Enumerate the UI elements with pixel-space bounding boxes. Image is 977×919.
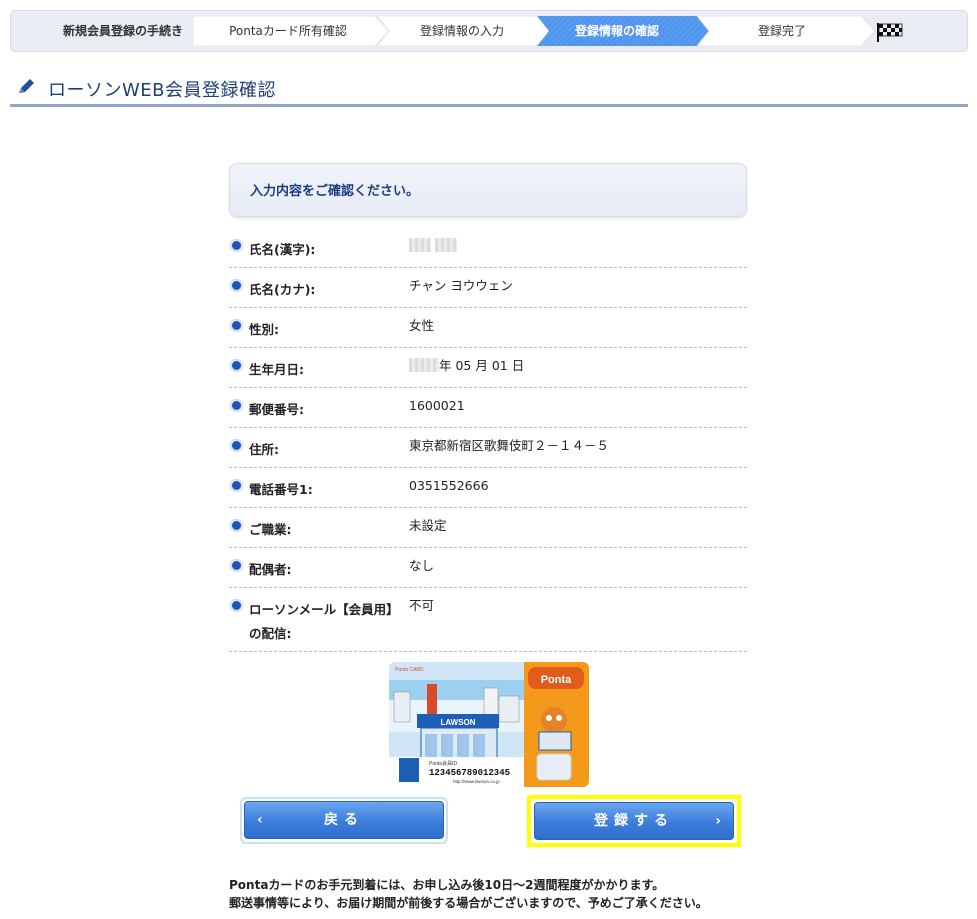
chevron-right-icon: › <box>715 813 721 829</box>
card-header: Ponta CARD <box>395 667 424 673</box>
chevron-left-icon: ‹ <box>257 812 263 828</box>
submit-button-highlight: 登録する › <box>527 795 741 847</box>
field-row-spouse: 配偶者: なし <box>229 548 747 588</box>
delivery-notes: Pontaカードのお手元到着には、お申し込み後10日〜2週間程度がかかります。 … <box>229 876 708 912</box>
bullet-icon <box>230 599 243 612</box>
field-row-birthdate: 生年月日: 年 05 月 01 日 <box>229 348 747 388</box>
confirm-message-box: 入力内容をご確認ください。 <box>229 163 747 217</box>
page-header: ローソンWEB会員登録確認 <box>10 72 968 107</box>
bullet-icon <box>230 439 243 452</box>
field-row-name-kana: 氏名(カナ): チャン ヨウウェン <box>229 268 747 308</box>
field-row-name-kanji: 氏名(漢字): <box>229 228 747 268</box>
field-row-phone: 電話番号1: 0351552666 <box>229 468 747 508</box>
register-button[interactable]: 登録する › <box>534 802 734 840</box>
redacted-year <box>409 358 439 372</box>
note-line: 郵送事情等により、お届け期間が前後する場合がございますので、予めご了承ください。 <box>229 896 708 910</box>
confirm-message: 入力内容をご確認ください。 <box>250 184 420 199</box>
back-button-frame: ‹ 戻る <box>240 797 448 844</box>
card-url: http://www.lawson.co.jp <box>453 779 500 784</box>
field-row-occupation: ご職業: 未設定 <box>229 508 747 548</box>
bullet-icon <box>230 479 243 492</box>
redacted-value <box>409 238 431 252</box>
field-row-mail-subscription: ローソンメール【会員用】 の配信: 不可 <box>229 588 747 652</box>
field-row-address: 住所: 東京都新宿区歌舞伎町２－１４－５ <box>229 428 747 468</box>
back-button[interactable]: ‹ 戻る <box>244 801 444 839</box>
card-store-name: LAWSON <box>440 718 475 727</box>
note-line: Pontaカードのお手元到着には、お申し込み後10日〜2週間程度がかかります。 <box>229 878 665 892</box>
redacted-value <box>434 238 457 252</box>
step-ponta-card-check: Pontaカード所有確認 <box>193 16 390 46</box>
bullet-icon <box>230 559 243 572</box>
bullet-icon <box>230 239 243 252</box>
ponta-card-image: LAWSON Ponta会員ID 123456789012345 http://… <box>389 662 589 787</box>
step-input: 登録情報の入力 <box>377 16 554 46</box>
pencil-icon <box>19 79 34 93</box>
card-number: 123456789012345 <box>429 768 510 778</box>
progress-steps: 新規会員登録の手続き Pontaカード所有確認 登録情報の入力 登録情報の確認 … <box>10 10 968 52</box>
confirmation-list: 氏名(漢字): 氏名(カナ): チャン ヨウウェン 性別: 女性 生年月日: 年… <box>229 228 747 652</box>
step-complete: 登録完了 <box>697 16 876 46</box>
bullet-icon <box>230 359 243 372</box>
page-title: ローソンWEB会員登録確認 <box>48 80 277 101</box>
field-row-gender: 性別: 女性 <box>229 308 747 348</box>
step-confirm: 登録情報の確認 <box>537 16 713 46</box>
steps-title: 新規会員登録の手続き <box>63 24 184 38</box>
bullet-icon <box>230 279 243 292</box>
card-member-label: Ponta会員ID <box>429 760 457 767</box>
bullet-icon <box>230 519 243 532</box>
field-row-postal-code: 郵便番号: 1600021 <box>229 388 747 428</box>
bullet-icon <box>230 319 243 332</box>
bullet-icon <box>230 399 243 412</box>
checkered-flag-icon <box>877 23 903 42</box>
card-brand: Ponta <box>541 674 572 686</box>
